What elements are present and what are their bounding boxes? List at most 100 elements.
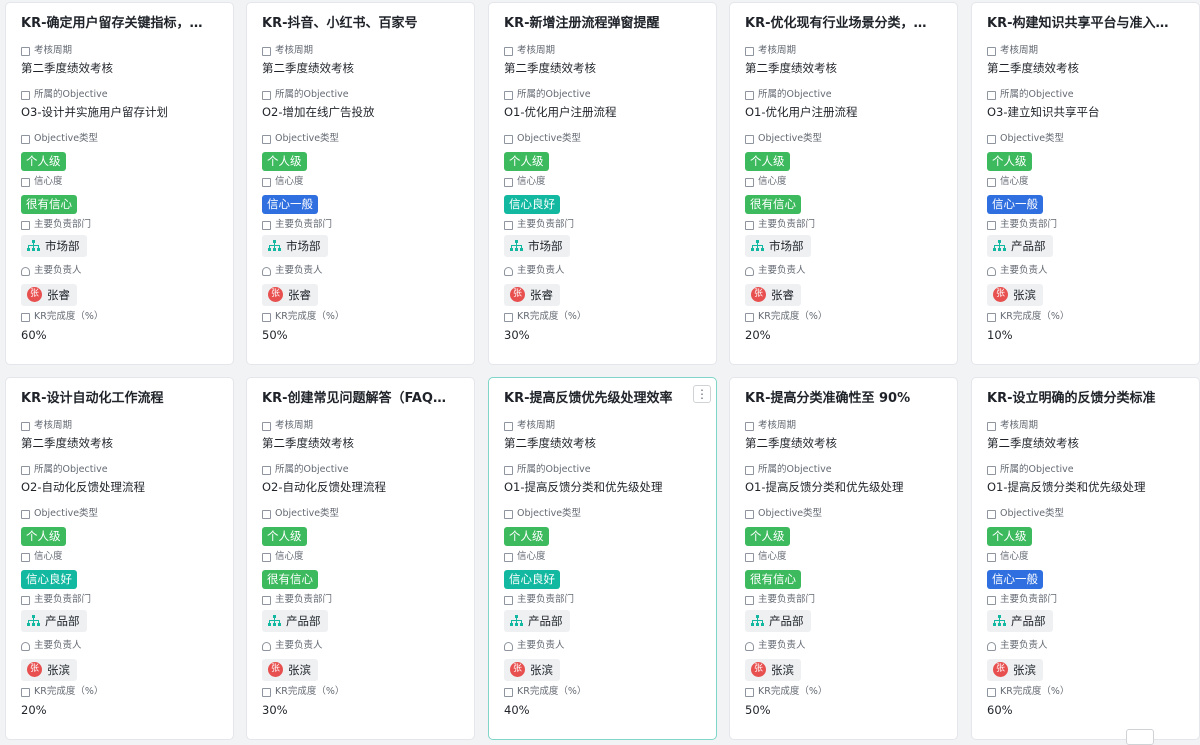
- department-chip[interactable]: 市场部: [504, 235, 570, 257]
- label-text: 所属的Objective: [517, 89, 591, 100]
- owner-row: 张张滨: [262, 656, 459, 681]
- objective-type-label: Objective类型: [745, 508, 942, 520]
- more-vertical-icon[interactable]: ⋮: [693, 385, 711, 403]
- label-text: 考核周期: [275, 420, 314, 431]
- calendar-icon: [262, 134, 271, 144]
- owner-chip[interactable]: 张张滨: [21, 658, 77, 681]
- objective-value: O3-建立知识共享平台: [987, 105, 1100, 119]
- calendar-icon: [504, 465, 513, 475]
- owner-chip[interactable]: 张张滨: [504, 658, 560, 681]
- calendar-icon: [504, 687, 513, 697]
- label-text: 主要负责人: [1000, 265, 1048, 276]
- org-chart-icon: [510, 240, 523, 251]
- kr-card[interactable]: KR-构建知识共享平台与准入标准 考核周期 第二季度绩效考核 所属的Objective…: [971, 2, 1200, 365]
- completion-value: 50%: [745, 703, 771, 717]
- card-title[interactable]: KR-确定用户留存关键指标，制…: [21, 15, 218, 33]
- label-text: 所属的Objective: [1000, 464, 1074, 475]
- calendar-icon: [21, 687, 30, 697]
- owner-chip[interactable]: 张张滨: [987, 658, 1043, 681]
- confidence-tag: 很有信心: [21, 195, 77, 214]
- department-chip[interactable]: 市场部: [262, 235, 328, 257]
- kr-card[interactable]: KR-抖音、小红书、百家号 考核周期 第二季度绩效考核 所属的Objective O2-…: [246, 2, 475, 365]
- calendar-icon: [504, 595, 513, 605]
- avatar: 张: [268, 287, 283, 302]
- department-chip[interactable]: 产品部: [745, 610, 811, 632]
- kr-card[interactable]: KR-提高分类准确性至 90% 考核周期 第二季度绩效考核 所属的Objective O…: [729, 377, 958, 740]
- period-value: 第二季度绩效考核: [987, 61, 1079, 75]
- card-title[interactable]: KR-构建知识共享平台与准入标准: [987, 15, 1184, 33]
- owner-chip[interactable]: 张张滨: [987, 283, 1043, 306]
- owner-chip[interactable]: 张张睿: [504, 283, 560, 306]
- calendar-icon: [504, 177, 513, 187]
- objective-type-tag: 个人级: [504, 152, 549, 171]
- label-text: 所属的Objective: [34, 89, 108, 100]
- department-chip[interactable]: 产品部: [987, 235, 1053, 257]
- period-label: 考核周期: [262, 45, 459, 57]
- owner-name: 张睿: [530, 287, 553, 302]
- owner-label: 主要负责人: [987, 265, 1184, 277]
- label-text: Objective类型: [758, 133, 823, 144]
- department-chip[interactable]: 市场部: [745, 235, 811, 257]
- calendar-icon: [987, 595, 996, 605]
- department-chip[interactable]: 产品部: [987, 610, 1053, 632]
- org-chart-icon: [751, 615, 764, 626]
- calendar-icon: [745, 177, 754, 187]
- completion-label: KR完成度（%）: [987, 686, 1184, 698]
- label-text: 所属的Objective: [758, 464, 832, 475]
- card-title[interactable]: KR-新增注册流程弹窗提醒: [504, 15, 701, 33]
- objective-type-row: 个人级: [262, 150, 459, 171]
- objective-type-row: 个人级: [262, 525, 459, 546]
- owner-chip[interactable]: 张张睿: [21, 283, 77, 306]
- department-row: 市场部: [504, 235, 701, 257]
- label-text: 主要负责部门: [758, 594, 816, 605]
- department-label: 主要负责部门: [262, 594, 459, 606]
- kr-card[interactable]: KR-设计自动化工作流程 考核周期 第二季度绩效考核 所属的Objective O2-自…: [5, 377, 234, 740]
- label-text: 所属的Objective: [758, 89, 832, 100]
- period-value: 第二季度绩效考核: [262, 436, 354, 450]
- owner-chip[interactable]: 张张睿: [262, 283, 318, 306]
- owner-name: 张滨: [530, 662, 553, 677]
- card-title[interactable]: KR-提高反馈优先级处理效率: [504, 390, 701, 408]
- owner-name: 张滨: [1013, 287, 1036, 302]
- card-title[interactable]: KR-创建常见问题解答（FAQ）…: [262, 390, 459, 408]
- objective-label: 所属的Objective: [262, 464, 459, 476]
- department-chip[interactable]: 产品部: [262, 610, 328, 632]
- kr-card[interactable]: KR-提高反馈优先级处理效率 ⋮ 考核周期 第二季度绩效考核 所属的Objective O…: [488, 377, 717, 740]
- card-title[interactable]: KR-设立明确的反馈分类标准: [987, 390, 1184, 408]
- footer-control-button[interactable]: [1126, 729, 1154, 745]
- objective-type-tag: 个人级: [21, 152, 66, 171]
- owner-label: 主要负责人: [504, 265, 701, 277]
- department-label: 主要负责部门: [21, 594, 218, 606]
- department-chip[interactable]: 产品部: [504, 610, 570, 632]
- label-text: Objective类型: [758, 508, 823, 519]
- kr-card[interactable]: KR-确定用户留存关键指标，制… 考核周期 第二季度绩效考核 所属的Objective…: [5, 2, 234, 365]
- objective-label: 所属的Objective: [21, 464, 218, 476]
- department-name: 产品部: [286, 614, 321, 628]
- card-title[interactable]: KR-设计自动化工作流程: [21, 390, 218, 408]
- confidence-tag: 信心一般: [987, 195, 1043, 214]
- confidence-label: 信心度: [745, 551, 942, 563]
- department-label: 主要负责部门: [21, 219, 218, 231]
- kr-card[interactable]: KR-设立明确的反馈分类标准 考核周期 第二季度绩效考核 所属的Objective O1…: [971, 377, 1200, 740]
- confidence-row: 很有信心: [21, 193, 218, 214]
- avatar: 张: [27, 662, 42, 677]
- calendar-icon: [987, 177, 996, 187]
- label-text: KR完成度（%）: [34, 311, 104, 322]
- department-chip[interactable]: 产品部: [21, 610, 87, 632]
- department-name: 产品部: [528, 614, 563, 628]
- label-text: 信心度: [758, 551, 787, 562]
- kr-card[interactable]: KR-创建常见问题解答（FAQ）… 考核周期第二季度绩效考核所属的Objectiv…: [246, 377, 475, 740]
- card-title[interactable]: KR-优化现有行业场景分类，用…: [745, 15, 942, 33]
- owner-chip[interactable]: 张张睿: [745, 283, 801, 306]
- card-title[interactable]: KR-提高分类准确性至 90%: [745, 390, 942, 408]
- owner-chip[interactable]: 张张滨: [745, 658, 801, 681]
- card-title[interactable]: KR-抖音、小红书、百家号: [262, 15, 459, 33]
- kr-card[interactable]: KR-优化现有行业场景分类，用… 考核周期 第二季度绩效考核 所属的Objective…: [729, 2, 958, 365]
- owner-chip[interactable]: 张张滨: [262, 658, 318, 681]
- owner-row: 张张滨: [987, 656, 1184, 681]
- label-text: 信心度: [275, 551, 304, 562]
- kr-card[interactable]: KR-新增注册流程弹窗提醒 考核周期 第二季度绩效考核 所属的Objective O1-…: [488, 2, 717, 365]
- department-chip[interactable]: 市场部: [21, 235, 87, 257]
- owner-label: 主要负责人: [504, 640, 701, 652]
- department-row: 市场部: [262, 235, 459, 257]
